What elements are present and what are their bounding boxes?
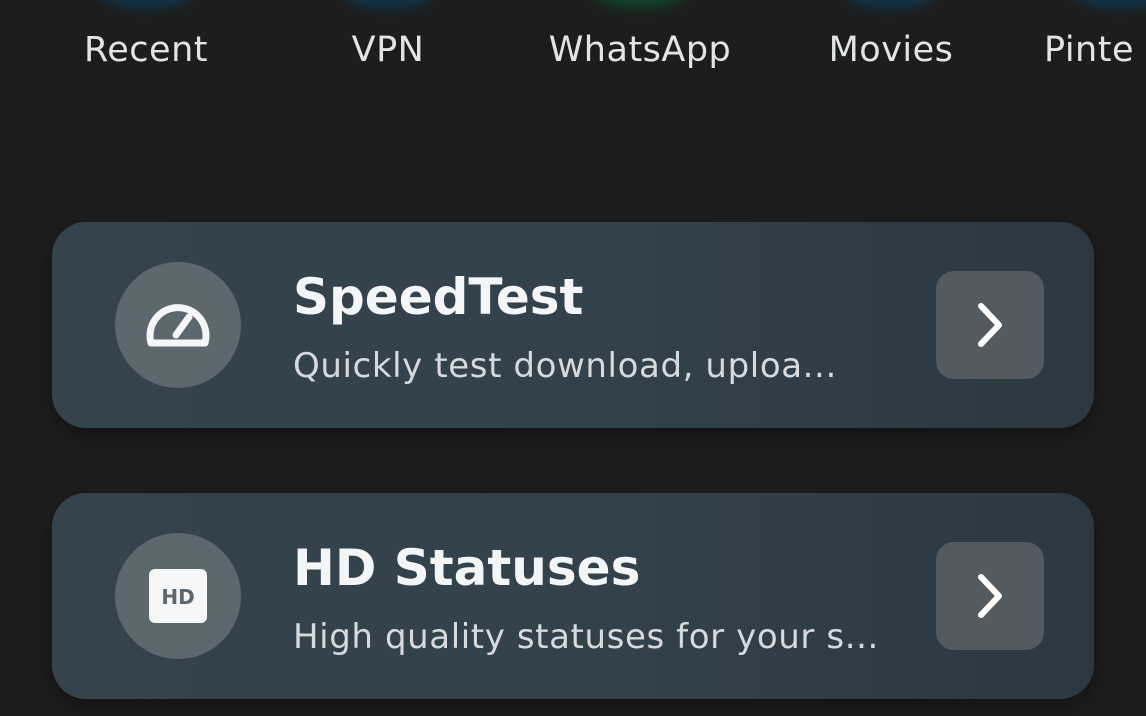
shortcut-label: VPN (351, 30, 425, 70)
shortcut-label: Pinte (1044, 30, 1134, 70)
speedtest-card[interactable]: SpeedTest Quickly test download, uploa..… (52, 222, 1094, 428)
chevron-right-icon (978, 303, 1002, 347)
recent-icon[interactable] (101, 0, 191, 8)
hd-icon-text: HD (161, 585, 194, 609)
shortcut-label: WhatsApp (548, 30, 732, 70)
card-subtitle: Quickly test download, uploa... (293, 346, 837, 386)
movies-icon[interactable] (846, 0, 936, 8)
vpn-icon[interactable] (343, 0, 433, 8)
shortcut-label: Movies (828, 30, 954, 70)
card-title: SpeedTest (293, 268, 584, 326)
card-subtitle: High quality statuses for your s... (293, 617, 879, 657)
whatsapp-icon[interactable] (595, 0, 685, 8)
speedtest-open-button[interactable] (936, 271, 1044, 379)
chevron-right-icon (978, 574, 1002, 618)
shortcut-row: Recent VPN WhatsApp Movies Pinte (0, 0, 1146, 90)
card-title: HD Statuses (293, 539, 641, 597)
speedometer-icon (146, 304, 210, 347)
hd-statuses-icon-circle: HD (115, 533, 241, 659)
shortcut-whatsapp[interactable]: WhatsApp (520, 0, 760, 90)
speedtest-icon-circle (115, 262, 241, 388)
hd-icon: HD (149, 569, 207, 623)
pinterest-icon[interactable] (1075, 0, 1146, 8)
hd-statuses-open-button[interactable] (936, 542, 1044, 650)
shortcut-vpn[interactable]: VPN (268, 0, 508, 90)
shortcut-recent[interactable]: Recent (26, 0, 266, 90)
shortcut-pinterest[interactable]: Pinte (1020, 0, 1146, 90)
shortcut-movies[interactable]: Movies (771, 0, 1011, 90)
shortcut-label: Recent (84, 30, 208, 70)
hd-statuses-card[interactable]: HD HD Statuses High quality statuses for… (52, 493, 1094, 699)
